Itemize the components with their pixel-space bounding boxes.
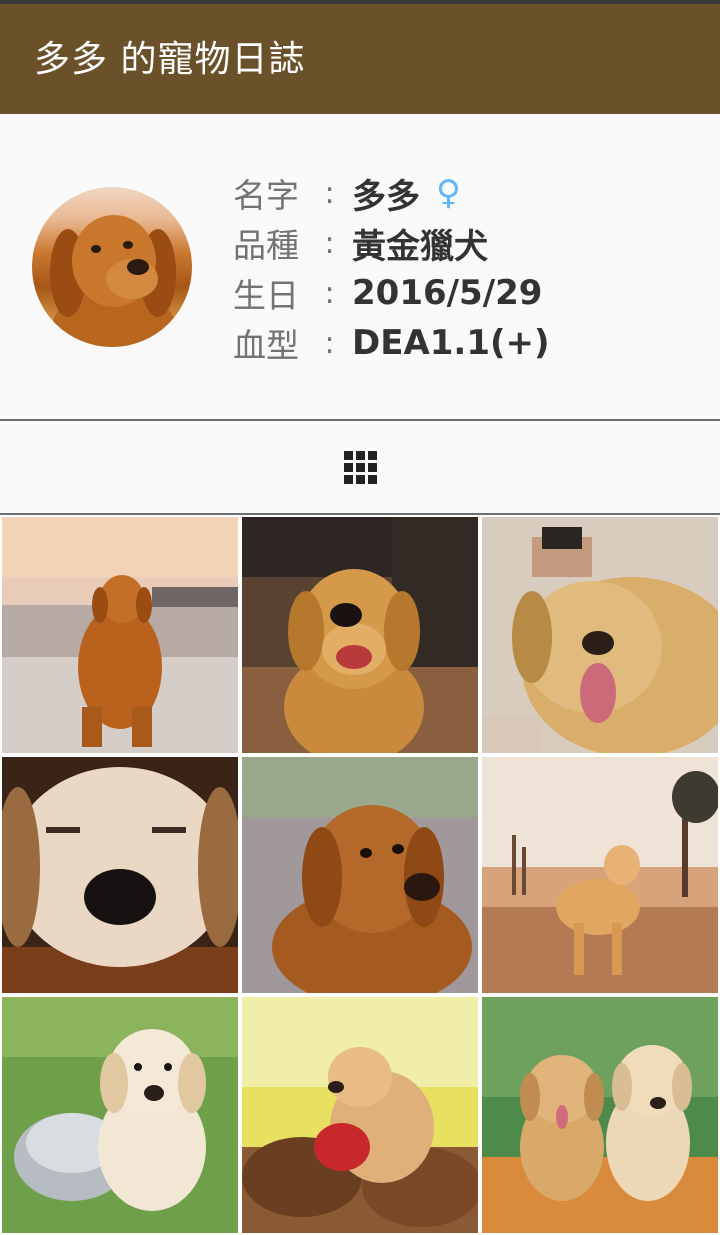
colon: : <box>324 225 335 261</box>
dog-standing-field-image <box>482 757 718 993</box>
dog-closeup-nose-image <box>2 757 238 993</box>
two-puppies-flowers-image <box>482 997 718 1233</box>
pet-avatar[interactable] <box>32 187 192 347</box>
dog-on-beach-sunset-image <box>2 517 238 753</box>
birthday-label: 生日 <box>233 276 299 315</box>
photo-tile[interactable] <box>242 517 478 753</box>
blood-type-label: 血型 <box>233 326 299 365</box>
photo-tile[interactable] <box>482 997 718 1233</box>
grid-view-icon[interactable] <box>344 451 377 484</box>
photo-tile[interactable] <box>482 517 718 753</box>
dog-smiling-cafe-image <box>242 517 478 753</box>
photo-tile[interactable] <box>2 997 238 1233</box>
info-row-birthday: 生日 : 2016/5/29 <box>233 268 550 318</box>
photo-tile[interactable] <box>242 757 478 993</box>
dog-head-tilt-image <box>242 757 478 993</box>
app-title: 多多 的寵物日誌 <box>34 39 306 80</box>
photo-grid <box>0 515 720 1235</box>
info-row-name: 名字 : 多多 ♀ <box>233 168 550 218</box>
info-row-breed: 品種 : 黃金獵犬 <box>233 218 550 268</box>
pet-profile: 名字 : 多多 ♀ 品種 : 黃金獵犬 生日 : 2016/5/29 血型 : … <box>0 114 720 419</box>
dog-avatar-image <box>50 215 176 347</box>
app-bar: 多多 的寵物日誌 <box>0 4 720 114</box>
view-tab-bar <box>0 421 720 513</box>
birthday-value: 2016/5/29 <box>352 273 543 313</box>
breed-value: 黃金獵犬 <box>352 226 488 267</box>
puppy-with-red-ball-image <box>242 997 478 1233</box>
name-label: 名字 <box>233 176 299 215</box>
photo-tile[interactable] <box>2 517 238 753</box>
puppy-in-bowl-image <box>2 997 238 1233</box>
name-value: 多多 <box>352 176 420 217</box>
colon: : <box>324 175 335 211</box>
info-row-blood-type: 血型 : DEA1.1(+) <box>233 318 550 368</box>
female-icon: ♀ <box>436 173 461 213</box>
colon: : <box>324 275 335 311</box>
dog-lying-petted-image <box>482 517 718 753</box>
colon: : <box>324 325 335 361</box>
photo-tile[interactable] <box>482 757 718 993</box>
pet-info: 名字 : 多多 ♀ 品種 : 黃金獵犬 生日 : 2016/5/29 血型 : … <box>233 168 550 368</box>
photo-tile[interactable] <box>2 757 238 993</box>
breed-label: 品種 <box>233 226 299 265</box>
blood-type-value: DEA1.1(+) <box>352 323 550 363</box>
photo-tile[interactable] <box>242 997 478 1233</box>
